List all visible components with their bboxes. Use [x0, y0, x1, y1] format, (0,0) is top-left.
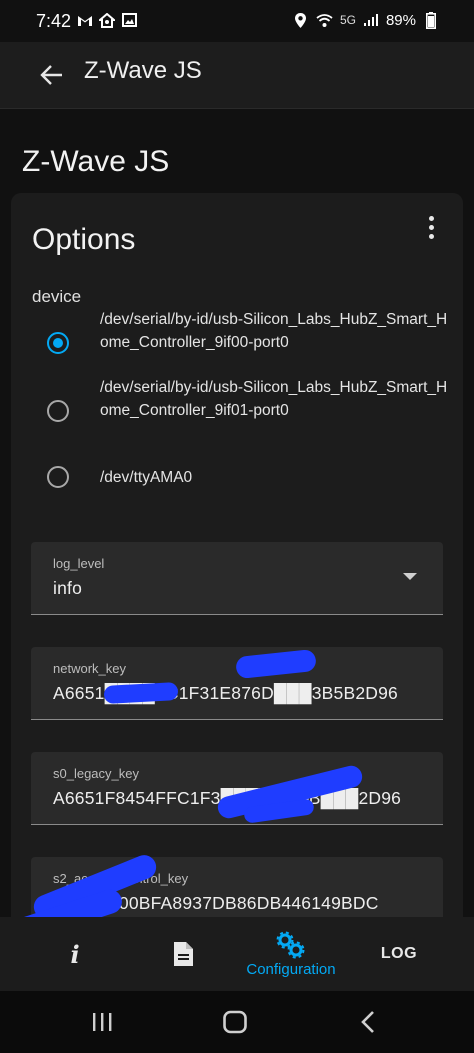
options-title: Options [32, 223, 136, 256]
field-value: info [53, 578, 83, 598]
nav-documentation[interactable] [148, 917, 218, 991]
log-level-select[interactable]: log_level info [31, 542, 443, 615]
app-bar-title: Z-Wave JS [84, 57, 202, 84]
location-icon [292, 11, 310, 29]
network-type: 5G [339, 13, 356, 27]
bottom-navigation: i Configuration LOG [0, 917, 474, 991]
status-time: 7:42 [36, 11, 72, 31]
back-button[interactable] [34, 57, 70, 93]
back-icon [361, 1011, 374, 1033]
arrow-left-icon [40, 65, 62, 85]
field-label: log_level [53, 556, 105, 571]
home-icon [223, 1010, 247, 1034]
signal-icon [362, 11, 380, 29]
radio-unselected[interactable] [47, 466, 69, 488]
device-option-1-label[interactable]: /dev/serial/by-id/usb-Silicon_Labs_HubZ_… [100, 308, 455, 354]
recents-icon [93, 1013, 112, 1031]
device-label: device [32, 287, 82, 306]
device-option-3-label[interactable]: /dev/ttyAMA0 [100, 466, 455, 489]
more-menu-button[interactable] [417, 213, 445, 241]
info-icon: i [70, 939, 80, 969]
cogs-icon [276, 931, 305, 958]
chevron-down-icon [403, 573, 417, 580]
field-label: network_key [53, 661, 126, 676]
system-back-button[interactable] [348, 1005, 388, 1039]
more-vertical-icon [428, 215, 434, 239]
radio-unselected[interactable] [47, 400, 69, 422]
system-navigation-bar [0, 991, 474, 1053]
smart-home-icon [98, 11, 116, 29]
nav-configuration[interactable]: Configuration [236, 917, 346, 991]
main-content[interactable]: Z-Wave JS Options device /dev/serial/by-… [0, 109, 474, 917]
recents-button[interactable] [82, 1005, 122, 1039]
image-icon [120, 11, 138, 29]
page-title: Z-Wave JS [22, 145, 170, 178]
nav-log[interactable]: LOG [364, 917, 434, 991]
battery-icon [422, 11, 440, 29]
document-icon [174, 942, 193, 966]
field-label: s0_legacy_key [53, 766, 139, 781]
home-button[interactable] [215, 1005, 255, 1039]
log-icon: LOG [380, 945, 418, 962]
device-option-2-label[interactable]: /dev/serial/by-id/usb-Silicon_Labs_HubZ_… [100, 376, 455, 422]
status-bar: 7:42 5G 89% [0, 0, 474, 42]
wifi-calling-icon [316, 11, 334, 29]
gmail-icon [76, 11, 94, 29]
status-right: 5G 89% [292, 11, 440, 29]
nav-info[interactable]: i [40, 917, 110, 991]
battery-percent: 89% [385, 11, 416, 29]
nav-configuration-label: Configuration [246, 960, 336, 978]
app-bar: Z-Wave JS [0, 42, 474, 109]
notification-icons [76, 11, 138, 29]
network-key-field[interactable]: network_key A6651████FC1F31E876D███3B5B2… [31, 647, 443, 720]
radio-selected[interactable] [47, 332, 69, 354]
